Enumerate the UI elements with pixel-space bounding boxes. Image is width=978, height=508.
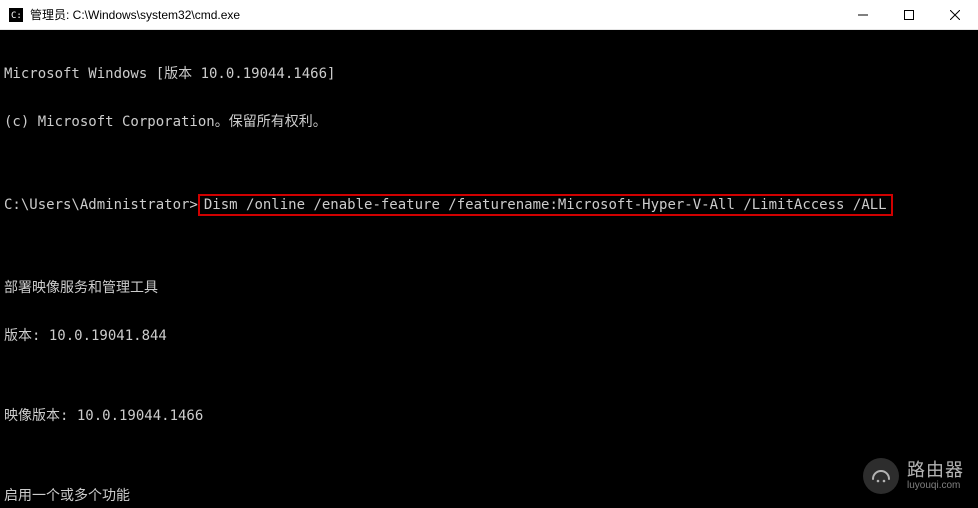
watermark-logo-icon (863, 458, 899, 494)
console-line: 版本: 10.0.19041.844 (4, 328, 978, 344)
minimize-button[interactable] (840, 0, 886, 30)
watermark-main: 路由器 (907, 461, 964, 481)
console-command-line: C:\Users\Administrator>Dism /online /ena… (4, 194, 978, 216)
console-line: 启用一个或多个功能 (4, 488, 978, 504)
prompt-path: C:\Users\Administrator> (4, 197, 198, 213)
window-controls (840, 0, 978, 30)
svg-text:C:: C: (11, 11, 22, 21)
console-line: (c) Microsoft Corporation。保留所有权利。 (4, 114, 978, 130)
console-line: 映像版本: 10.0.19044.1466 (4, 408, 978, 424)
watermark: 路由器 luyouqi.com (863, 458, 964, 494)
close-button[interactable] (932, 0, 978, 30)
watermark-text: 路由器 luyouqi.com (907, 461, 964, 492)
console-line: Microsoft Windows [版本 10.0.19044.1466] (4, 66, 978, 82)
titlebar[interactable]: C: 管理员: C:\Windows\system32\cmd.exe (0, 0, 978, 30)
cmd-window: C: 管理员: C:\Windows\system32\cmd.exe Micr… (0, 0, 978, 508)
window-title: 管理员: C:\Windows\system32\cmd.exe (30, 6, 240, 23)
console-area[interactable]: Microsoft Windows [版本 10.0.19044.1466] (… (0, 30, 978, 508)
watermark-sub: luyouqi.com (907, 480, 964, 491)
highlighted-command: Dism /online /enable-feature /featurenam… (198, 194, 893, 216)
console-line: 部署映像服务和管理工具 (4, 280, 978, 296)
maximize-button[interactable] (886, 0, 932, 30)
cmd-icon: C: (8, 7, 24, 23)
